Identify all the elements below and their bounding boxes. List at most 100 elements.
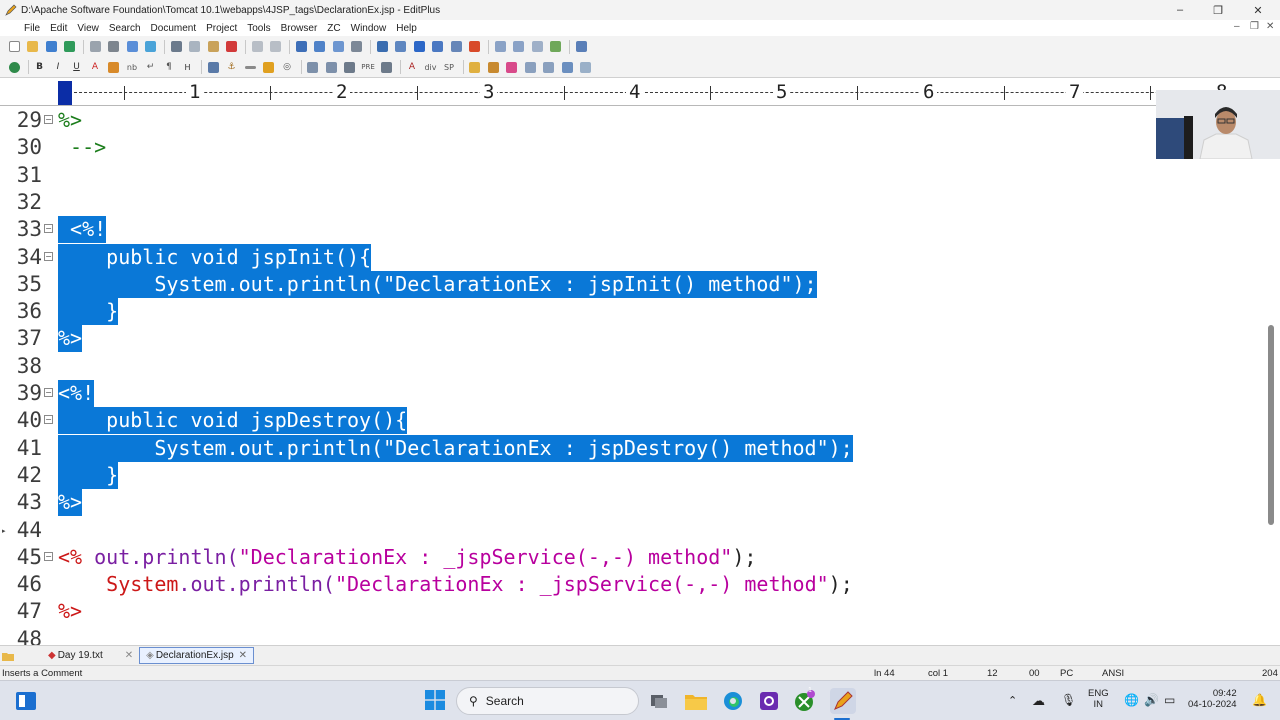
word-wrap-icon[interactable]	[411, 39, 427, 55]
restore-button[interactable]: ❐	[1198, 0, 1238, 20]
list-icon[interactable]	[379, 59, 395, 75]
pencil-icon[interactable]	[261, 59, 277, 75]
line-break-icon[interactable]: ↵	[143, 59, 159, 75]
menu-project[interactable]: Project	[206, 23, 237, 34]
form-icon[interactable]	[323, 59, 339, 75]
minimize-button[interactable]: –	[1160, 0, 1200, 20]
show-hidden-icons-icon[interactable]: ⌃	[1008, 694, 1017, 707]
show-desktop-widget-icon[interactable]	[14, 689, 38, 713]
fold-toggle-icon[interactable]: −	[44, 388, 53, 397]
folder-icon[interactable]	[0, 647, 20, 664]
fold-toggle-icon[interactable]: −	[44, 115, 53, 124]
network-globe-icon[interactable]: 🌐	[1124, 693, 1139, 707]
text-style-icon[interactable]: A	[404, 59, 420, 75]
check-mark-icon[interactable]	[467, 39, 483, 55]
editplus-taskbar-icon[interactable]	[830, 688, 856, 714]
xbox-app-icon[interactable]: 1	[794, 687, 816, 712]
taskbar-search-box[interactable]: ⚲ Search	[456, 687, 639, 715]
fold-toggle-icon[interactable]: −	[44, 224, 53, 234]
replace-icon[interactable]	[312, 39, 328, 55]
nbsp-icon[interactable]: nb	[124, 59, 140, 75]
save-all-icon[interactable]	[62, 39, 78, 55]
underline-icon[interactable]: U	[69, 59, 85, 75]
cut-icon[interactable]	[168, 39, 184, 55]
goto-line-icon[interactable]	[349, 39, 365, 55]
globe-icon[interactable]	[6, 59, 22, 75]
paste-icon[interactable]	[205, 39, 221, 55]
battery-icon[interactable]: ▭	[1164, 693, 1175, 707]
screen-recorder-icon[interactable]	[758, 690, 780, 712]
tile-horizontal-icon[interactable]	[492, 39, 508, 55]
mdi-close-icon[interactable]: ✕	[1266, 21, 1274, 32]
ruler-icon[interactable]	[448, 39, 464, 55]
toolbox-icon[interactable]	[485, 59, 501, 75]
new-file-icon[interactable]	[6, 39, 22, 55]
menu-help[interactable]: Help	[396, 23, 417, 34]
clock[interactable]: 09:42 04-10-2024	[1188, 688, 1237, 710]
tab-close-icon[interactable]: ✕	[239, 650, 247, 661]
microphone-icon[interactable]: 🎙	[1061, 693, 1076, 707]
copy-icon[interactable]	[187, 39, 203, 55]
color-picker-icon[interactable]	[504, 59, 520, 75]
table-icon[interactable]	[305, 59, 321, 75]
menu-edit[interactable]: Edit	[50, 23, 67, 34]
document-list-icon[interactable]	[522, 59, 538, 75]
tab-close-icon[interactable]: ✕	[119, 647, 139, 664]
fold-toggle-icon[interactable]: −	[44, 251, 53, 261]
close-button[interactable]: ✕	[1238, 0, 1278, 20]
volume-icon[interactable]: 🔊	[1144, 693, 1159, 707]
color-palette-icon[interactable]	[106, 59, 122, 75]
tab-day19[interactable]: ◆ Day 19.txt	[42, 647, 109, 664]
anchor-icon[interactable]: ⚓	[224, 59, 240, 75]
tab-declarationex[interactable]: ◈ DeclarationEx.jsp ✕	[139, 647, 255, 664]
directory-window-icon[interactable]	[548, 39, 564, 55]
menu-zc[interactable]: ZC	[327, 23, 340, 34]
menu-tools[interactable]: Tools	[247, 23, 270, 34]
undo-icon[interactable]	[249, 39, 265, 55]
hex-viewer-icon[interactable]	[393, 39, 409, 55]
notifications-bell-icon[interactable]: 🔔	[1252, 693, 1267, 707]
print-preview-icon[interactable]	[87, 39, 103, 55]
mdi-restore-icon[interactable]: ❐	[1250, 21, 1259, 32]
find-in-files-icon[interactable]	[330, 39, 346, 55]
italic-icon[interactable]: I	[50, 59, 66, 75]
menu-browser[interactable]: Browser	[281, 23, 318, 34]
edit-note-icon[interactable]	[467, 59, 483, 75]
line-numbers-icon[interactable]	[430, 39, 446, 55]
menu-search[interactable]: Search	[109, 23, 141, 34]
paragraph-icon[interactable]: ¶	[161, 59, 177, 75]
clip-library-icon[interactable]	[559, 59, 575, 75]
scrollbar-thumb[interactable]	[1268, 325, 1274, 525]
menu-view[interactable]: View	[77, 23, 99, 34]
div-icon[interactable]: div	[423, 59, 439, 75]
onedrive-cloud-icon[interactable]: ☁	[1032, 693, 1045, 709]
bold-icon[interactable]: B	[32, 59, 48, 75]
language-indicator[interactable]: ENG IN	[1088, 688, 1109, 710]
windows-start-icon[interactable]	[424, 689, 446, 711]
span-icon[interactable]: SP	[441, 59, 457, 75]
find-icon[interactable]	[293, 39, 309, 55]
panel-icon[interactable]	[578, 59, 594, 75]
horizontal-rule-icon[interactable]	[242, 59, 258, 75]
edge-browser-icon[interactable]	[722, 690, 744, 712]
help-icon[interactable]	[573, 39, 589, 55]
file-explorer-icon[interactable]	[685, 690, 707, 712]
font-size-icon[interactable]	[374, 39, 390, 55]
heading-icon[interactable]: H	[180, 59, 196, 75]
fold-toggle-icon[interactable]: −	[44, 551, 53, 561]
pre-icon[interactable]: PRE	[360, 59, 376, 75]
delete-icon[interactable]	[224, 39, 240, 55]
redo-icon[interactable]	[268, 39, 284, 55]
center-icon[interactable]	[342, 59, 358, 75]
browser-preview-icon[interactable]	[143, 39, 159, 55]
cascade-icon[interactable]	[529, 39, 545, 55]
comment-icon[interactable]: ◎	[279, 59, 295, 75]
save-icon[interactable]	[43, 39, 59, 55]
task-view-icon[interactable]	[648, 690, 670, 712]
properties-icon[interactable]	[541, 59, 557, 75]
fold-toggle-icon[interactable]: −	[44, 415, 53, 425]
print-icon[interactable]	[106, 39, 122, 55]
menu-file[interactable]: File	[24, 23, 40, 34]
tile-vertical-icon[interactable]	[511, 39, 527, 55]
image-icon[interactable]	[205, 59, 221, 75]
